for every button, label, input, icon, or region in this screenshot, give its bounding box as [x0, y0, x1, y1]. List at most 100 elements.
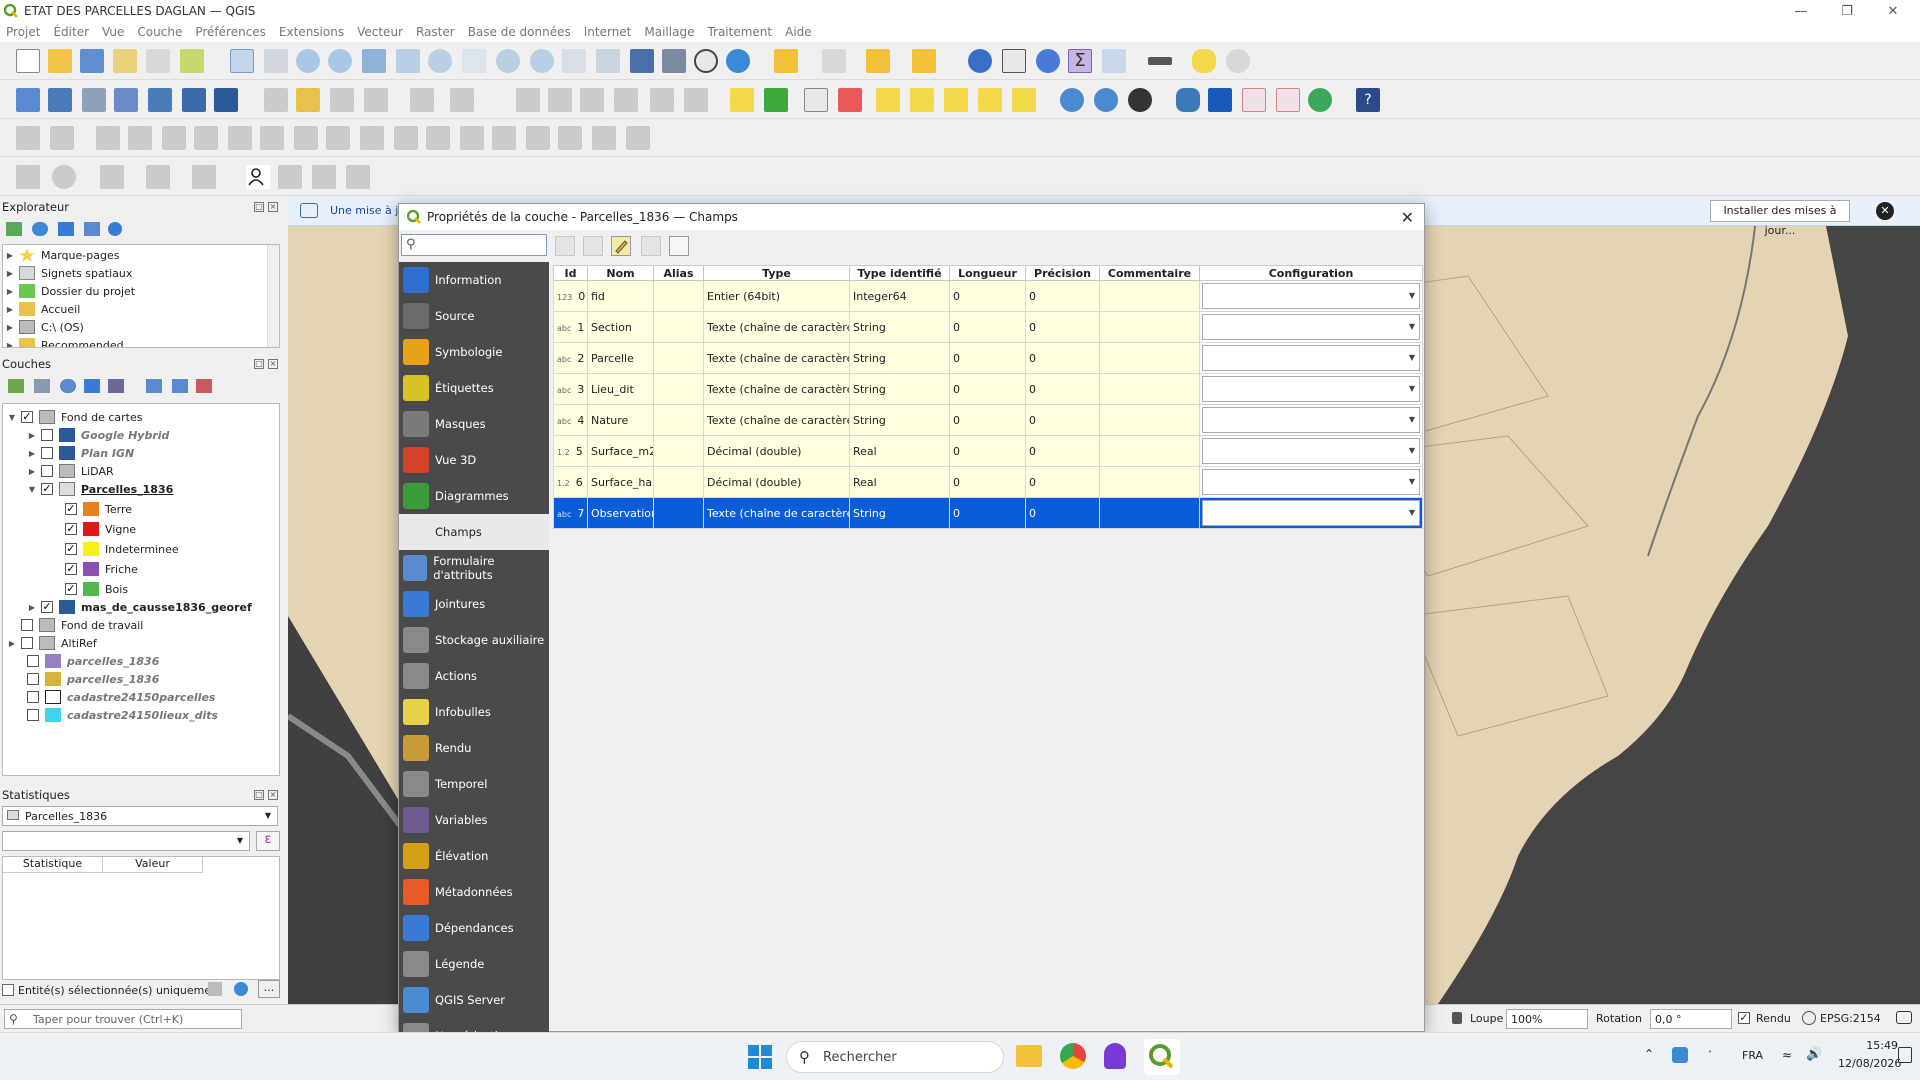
field-cell-type[interactable]: Entier (64bit) — [703, 280, 850, 312]
temporal-controller-icon[interactable] — [694, 49, 718, 73]
refresh-icon[interactable] — [234, 982, 248, 996]
field-cell-comment[interactable] — [1099, 497, 1200, 529]
field-cell-length[interactable]: 0 — [949, 404, 1026, 436]
select-features-icon[interactable] — [774, 49, 798, 73]
field-cell-name[interactable]: Lieu_dit — [587, 373, 654, 405]
menu-internet[interactable]: Internet — [584, 25, 632, 39]
field-cell-comment[interactable] — [1099, 280, 1200, 312]
remove-layer-icon[interactable] — [196, 379, 212, 393]
column-header[interactable]: Id — [553, 265, 588, 281]
close-notification-icon[interactable]: ✕ — [1876, 202, 1894, 220]
nav-item-dependencies[interactable]: Dépendances — [399, 910, 549, 946]
field-cell-id[interactable]: abc 1 — [553, 311, 588, 343]
legend-class-item[interactable]: ✓ Friche — [65, 560, 138, 578]
nav-item-attribute-form[interactable]: Formulaire d'attributs — [399, 550, 549, 586]
form-icon[interactable] — [278, 165, 302, 189]
new-shapefile-layer-icon[interactable] — [82, 88, 106, 112]
explorer-item[interactable]: ▶ Accueil — [5, 300, 80, 318]
layer-item[interactable]: cadastre24150parcelles — [27, 688, 215, 706]
pan-to-selection-icon[interactable] — [264, 49, 288, 73]
explorer-item[interactable]: ▶ Signets spatiaux — [5, 264, 132, 282]
nav-item-diagrams[interactable]: Diagrammes — [399, 478, 549, 514]
filter-expression-icon[interactable] — [108, 379, 124, 393]
field-cell-alias[interactable] — [653, 404, 704, 436]
expand-arrow-icon[interactable]: ▶ — [27, 467, 37, 476]
menu-couche[interactable]: Couche — [137, 25, 182, 39]
field-table-icon[interactable] — [669, 236, 689, 256]
deselect-all-icon[interactable] — [866, 49, 890, 73]
new-bookmark-icon[interactable] — [630, 49, 654, 73]
current-edits-icon[interactable] — [264, 88, 288, 112]
column-header[interactable]: Type — [703, 265, 850, 281]
open-field-calculator-icon[interactable] — [1102, 49, 1126, 73]
field-cell-length[interactable]: 0 — [949, 435, 1026, 467]
messages-icon[interactable] — [1896, 1011, 1912, 1024]
expand-arrow-icon[interactable]: ▶ — [5, 305, 15, 314]
field-cell-comment[interactable] — [1099, 404, 1200, 436]
selected-only-checkbox[interactable] — [2, 984, 14, 996]
menu-traitement[interactable]: Traitement — [707, 25, 772, 39]
copy-icon[interactable] — [208, 982, 222, 996]
menu-preferences[interactable]: Préférences — [195, 25, 266, 39]
earth-plugin-icon[interactable] — [1308, 88, 1332, 112]
field-cell-alias[interactable] — [653, 280, 704, 312]
nav-item-metadata[interactable]: Métadonnées — [399, 874, 549, 910]
layout-manager-icon[interactable] — [146, 49, 170, 73]
menu-vue[interactable]: Vue — [102, 25, 124, 39]
copy-icon[interactable] — [346, 165, 370, 189]
layer-item[interactable]: ▶ Google Hybrid — [27, 426, 169, 444]
statistics-summary-icon[interactable]: Σ — [1068, 49, 1092, 73]
field-cell-name[interactable]: Observation — [587, 497, 654, 529]
zoom-layer-icon[interactable] — [428, 49, 452, 73]
nav-item-masks[interactable]: Masques — [399, 406, 549, 442]
layer-checkbox[interactable] — [21, 637, 33, 649]
identify-features-icon[interactable] — [968, 49, 992, 73]
refresh-icon[interactable] — [726, 49, 750, 73]
nav-item-elevation[interactable]: Élévation — [399, 838, 549, 874]
lock-icon[interactable] — [312, 165, 336, 189]
field-cell-length[interactable]: 0 — [949, 466, 1026, 498]
save-project-icon[interactable] — [80, 49, 104, 73]
rotation-spinbox[interactable]: 0,0 ° — [1650, 1009, 1732, 1029]
layer-checkbox[interactable] — [27, 691, 39, 703]
pan-map-icon[interactable] — [230, 49, 254, 73]
nav-item-qgis-server[interactable]: QGIS Server — [399, 982, 549, 1018]
label-toolbar-icon[interactable] — [730, 88, 754, 112]
qgis-taskbar-icon[interactable] — [1144, 1039, 1180, 1075]
expand-arrow-icon[interactable]: ▶ — [5, 341, 15, 348]
field-cell-id[interactable]: 1.2 5 — [553, 435, 588, 467]
field-cell-alias[interactable] — [653, 497, 704, 529]
field-cell-alias[interactable] — [653, 466, 704, 498]
move-label-icon[interactable] — [944, 88, 968, 112]
field-cell-id[interactable]: abc 3 — [553, 373, 588, 405]
close-window-button[interactable]: ✕ — [1870, 0, 1916, 22]
close-dock-icon[interactable]: × — [268, 359, 278, 369]
nav-item-view3d[interactable]: Vue 3D — [399, 442, 549, 478]
trace-icon[interactable] — [592, 126, 616, 150]
layer-styling-icon[interactable] — [8, 379, 24, 393]
field-cell-length[interactable]: 0 — [949, 311, 1026, 343]
field-cell-length[interactable]: 0 — [949, 497, 1026, 529]
collapse-arrow-icon[interactable]: ▼ — [27, 485, 37, 494]
wfs-layer-icon[interactable] — [1094, 88, 1118, 112]
redo-icon[interactable] — [684, 88, 708, 112]
new-3d-map-icon[interactable] — [596, 49, 620, 73]
field-cell-precision[interactable]: 0 — [1025, 280, 1100, 312]
expand-arrow-icon[interactable]: ▶ — [27, 603, 37, 612]
zoom-last-icon[interactable] — [496, 49, 520, 73]
nav-item-auxiliary-storage[interactable]: Stockage auxiliaire — [399, 622, 549, 658]
refresh-browser-icon[interactable] — [32, 222, 48, 236]
collapse-arrow-icon[interactable]: ▼ — [7, 413, 17, 422]
class-checkbox[interactable]: ✓ — [65, 503, 77, 515]
field-cell-precision[interactable]: 0 — [1025, 404, 1100, 436]
field-cell-id[interactable]: abc 7 — [553, 497, 588, 529]
paste-features-icon[interactable] — [614, 88, 638, 112]
nav-item-information[interactable]: Information — [399, 262, 549, 298]
rotate-feature-icon[interactable] — [50, 126, 74, 150]
tray-app-icon[interactable] — [1672, 1047, 1688, 1063]
digitize-icon[interactable] — [364, 88, 388, 112]
widget-type-select[interactable]: ▼ — [1202, 500, 1420, 526]
open-project-icon[interactable] — [48, 49, 72, 73]
field-cell-typename[interactable]: String — [849, 404, 950, 436]
nav-item-legend[interactable]: Légende — [399, 946, 549, 982]
